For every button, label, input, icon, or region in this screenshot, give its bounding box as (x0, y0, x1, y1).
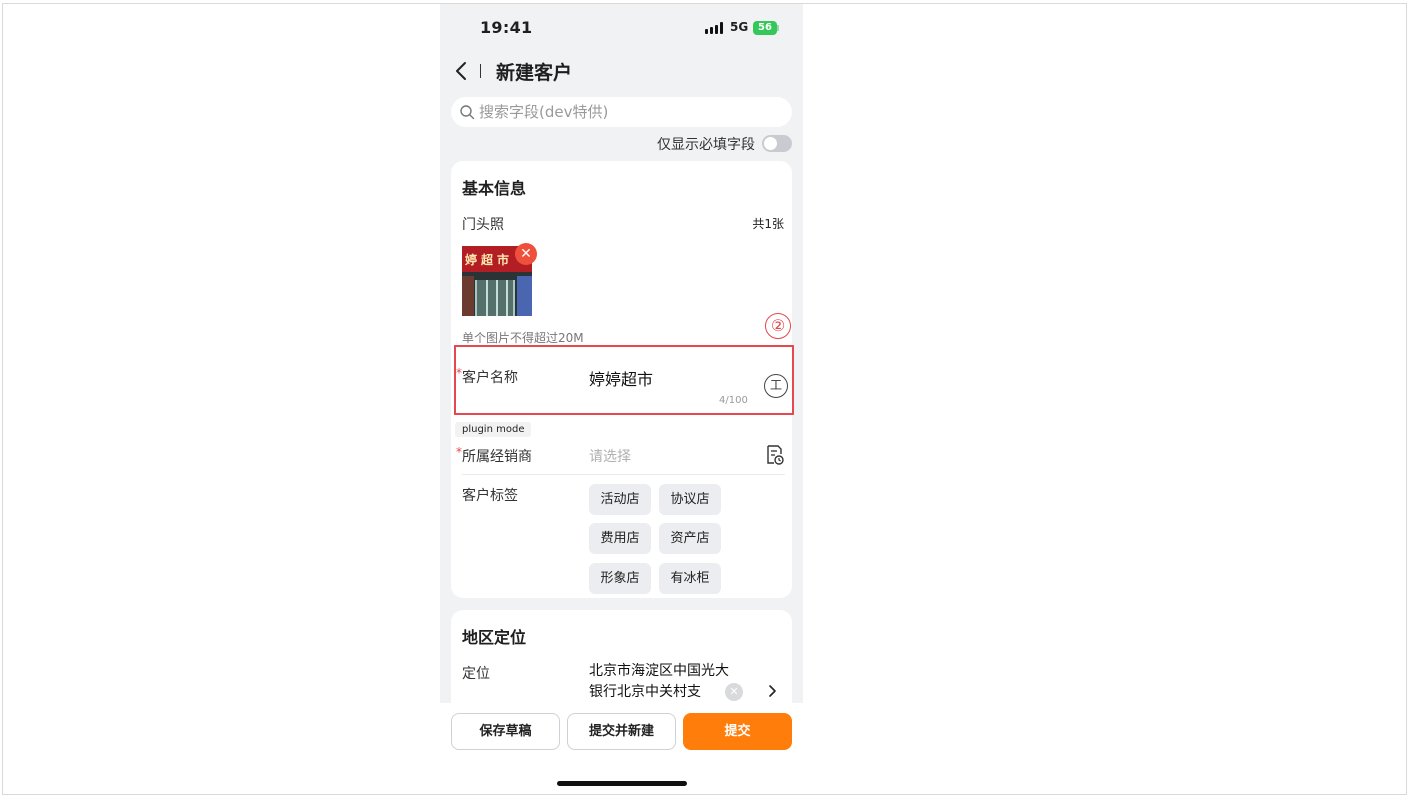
dealer-list-icon[interactable] (765, 444, 785, 466)
photo-sign-text: 婷超市 (465, 253, 514, 267)
field-divider (462, 474, 785, 475)
save-draft-button[interactable]: 保存草稿 (451, 713, 560, 750)
status-bar: 19:41 5G 56 (440, 4, 803, 52)
tag-option[interactable]: 形象店 (589, 563, 651, 594)
photo-size-hint: 单个图片不得超过20M (462, 331, 584, 345)
region-title: 地区定位 (462, 628, 527, 647)
storefront-photo-label: 门头照 (462, 217, 504, 233)
dealer-label: * 所属经销商 (456, 445, 532, 466)
required-only-filter: 仅显示必填字段 (440, 132, 803, 154)
bottom-action-bar: 保存草稿 提交并新建 提交 (440, 703, 803, 794)
photo-left-wall (462, 276, 474, 316)
submit-button[interactable]: 提交 (683, 713, 792, 750)
photo-right-wall (517, 276, 532, 316)
tag-option[interactable]: 费用店 (589, 523, 651, 554)
basic-info-title: 基本信息 (462, 179, 527, 198)
customer-tags-label: 客户标签 (462, 488, 518, 504)
step-marker-badge: ② (765, 313, 791, 339)
chevron-right-icon[interactable] (767, 682, 779, 700)
photo-count: 共1张 (752, 217, 784, 231)
signal-icon (705, 22, 725, 34)
photo-door (475, 280, 515, 316)
network-type: 5G (730, 20, 749, 34)
toggle-knob (764, 137, 777, 150)
nav-separator (480, 64, 481, 78)
nav-bar: 新建客户 (440, 52, 803, 92)
status-time: 19:41 (480, 18, 533, 37)
tag-option[interactable]: 有冰柜 (659, 563, 721, 594)
customer-name-highlight-box (454, 345, 794, 415)
required-only-label: 仅显示必填字段 (657, 137, 755, 153)
required-only-toggle[interactable] (762, 135, 792, 152)
plugin-mode-badge: plugin mode (455, 422, 532, 437)
required-asterisk: * (456, 445, 462, 459)
back-arrow-icon[interactable] (452, 58, 470, 84)
clear-location-icon[interactable]: ✕ (725, 683, 743, 701)
battery-tip (777, 25, 779, 31)
search-bar[interactable] (451, 97, 792, 127)
tag-option[interactable]: 资产店 (659, 523, 721, 554)
tag-option[interactable]: 协议店 (659, 484, 721, 515)
search-input[interactable] (479, 97, 779, 127)
search-icon (460, 105, 475, 120)
dealer-select[interactable]: 请选择 (589, 446, 631, 466)
location-value[interactable]: 北京市海淀区中国光大银行北京中关村支 (589, 661, 729, 703)
home-indicator (557, 781, 687, 786)
submit-and-new-button[interactable]: 提交并新建 (567, 713, 676, 750)
delete-photo-icon[interactable]: ✕ (515, 243, 537, 265)
battery-icon: 56 (753, 21, 777, 35)
dealer-label-text: 所属经销商 (462, 449, 532, 465)
tag-option[interactable]: 活动店 (589, 484, 651, 515)
location-label: 定位 (462, 666, 490, 682)
page-title: 新建客户 (496, 62, 573, 84)
